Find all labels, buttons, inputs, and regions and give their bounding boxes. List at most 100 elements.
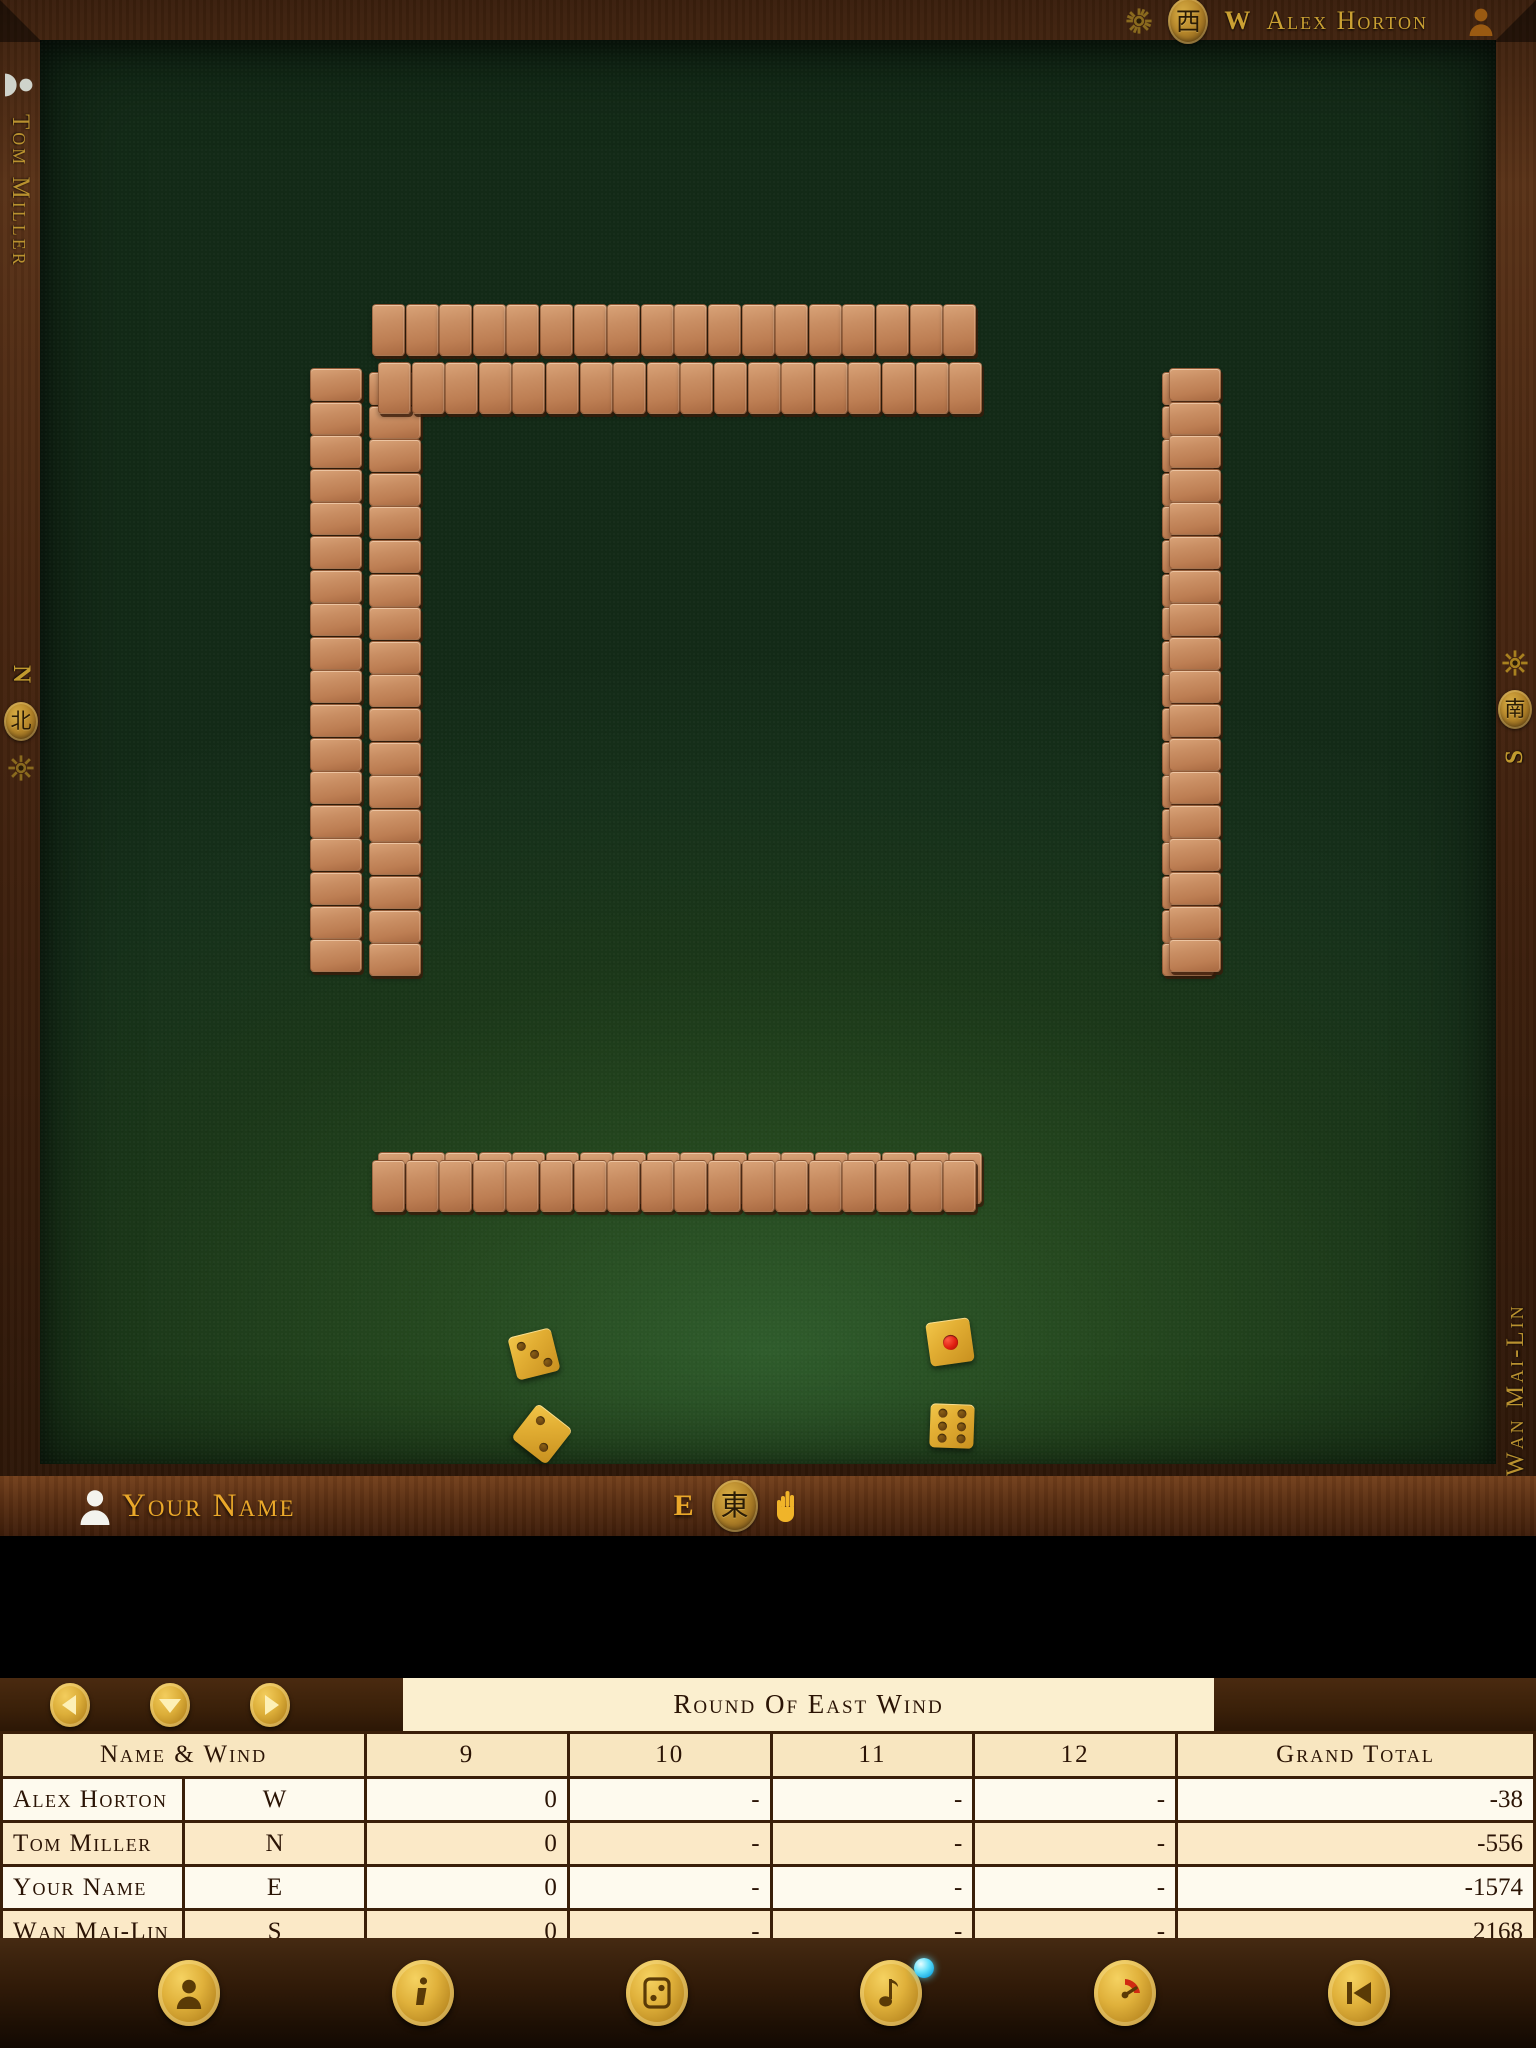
column-header-hand-9[interactable]: 9 <box>364 1731 570 1779</box>
row-score-hand-9[interactable]: 0 <box>364 1864 570 1911</box>
wall-tile <box>607 304 641 356</box>
table-row[interactable]: Tom Miller N 0- - - -556 <box>0 1820 1536 1867</box>
die-pip <box>938 1408 948 1418</box>
die-pip <box>937 1433 947 1443</box>
avatar-icon-left[interactable] <box>5 72 35 98</box>
row-player-name: Tom Miller <box>0 1820 186 1867</box>
row-player-name: Your Name <box>0 1864 186 1911</box>
wall-tile <box>310 536 362 569</box>
wall-tile <box>310 670 362 704</box>
wall-tile <box>1169 569 1221 603</box>
wall-tile <box>842 304 876 356</box>
row-grand-total: -1574 <box>1175 1864 1536 1911</box>
row-score-hand-10[interactable]: - <box>566 1864 773 1911</box>
table-row[interactable]: Your Name E 0- - - -1574 <box>0 1864 1536 1911</box>
wall-tile <box>439 1160 473 1212</box>
wall-tile <box>439 304 473 356</box>
sound-on-indicator <box>914 1958 934 1978</box>
row-score-hand-10[interactable]: - <box>566 1776 773 1823</box>
wall-tile <box>1169 670 1221 704</box>
column-header-hand-10[interactable]: 10 <box>566 1731 773 1779</box>
wind-marker-left: N 北 <box>2 660 40 781</box>
wall-tile <box>445 362 479 414</box>
wall-tile <box>573 1160 607 1212</box>
gear-icon-left[interactable] <box>8 755 34 781</box>
column-header-hand-11[interactable]: 11 <box>769 1731 976 1779</box>
avatar-icon-bottom[interactable] <box>78 1487 112 1525</box>
row-grand-total: -38 <box>1175 1776 1536 1823</box>
wall-tile <box>369 506 421 540</box>
sound-button[interactable] <box>860 1958 934 2026</box>
wall-tile <box>876 1160 909 1212</box>
row-score-hand-11[interactable]: - <box>769 1864 976 1911</box>
wall-tile <box>814 362 848 414</box>
wall-tile <box>369 775 421 809</box>
gear-icon-right[interactable] <box>1502 650 1528 676</box>
row-score-hand-9[interactable]: 0 <box>364 1776 570 1823</box>
row-score-hand-12[interactable]: - <box>972 1776 1179 1823</box>
wall-tile <box>369 741 421 775</box>
row-wind: E <box>182 1864 368 1911</box>
wall-tile <box>310 939 362 973</box>
dice-button[interactable] <box>626 1960 688 2026</box>
avatar-icon-top[interactable] <box>1468 6 1494 36</box>
dice-icon <box>641 1976 673 2010</box>
wall-tile <box>372 304 405 356</box>
wall-tile <box>1169 737 1221 771</box>
wall-tile <box>674 1160 708 1212</box>
restart-button[interactable] <box>1328 1960 1390 2026</box>
player-name-bottom[interactable]: Your Name <box>122 1488 296 1525</box>
wall-tile <box>472 1160 506 1212</box>
row-score-hand-12[interactable]: - <box>972 1864 1179 1911</box>
wall-tile <box>411 362 445 414</box>
hand-icon[interactable] <box>776 1489 800 1523</box>
speed-button[interactable] <box>1094 1960 1156 2026</box>
wall-tile <box>369 876 421 909</box>
player-bar-top: 西 W Alex Horton <box>0 0 1536 44</box>
wall-tile <box>1169 536 1221 569</box>
wall-tile <box>640 1160 674 1212</box>
wall-tile <box>1169 502 1221 536</box>
table-row[interactable]: Alex Horton W 0- - - -38 <box>0 1776 1536 1823</box>
player-name-left[interactable]: Tom Miller <box>6 114 34 268</box>
player-name-top[interactable]: Alex Horton <box>1266 6 1428 36</box>
row-score-hand-12[interactable]: - <box>972 1820 1179 1867</box>
die-pip <box>956 1433 966 1444</box>
wall-tile <box>369 808 421 842</box>
wall-tile <box>369 540 421 573</box>
die-pip <box>515 1340 527 1352</box>
wall-tile <box>1169 704 1221 737</box>
column-header-hand-12[interactable]: 12 <box>972 1731 1179 1779</box>
wall-tile <box>310 838 362 872</box>
score-nav-buttons <box>50 1682 290 1727</box>
hand-menu-button[interactable] <box>150 1682 190 1727</box>
player-name-right[interactable]: Wan Mai-Lin <box>1502 1303 1530 1476</box>
row-score-hand-11[interactable]: - <box>769 1776 976 1823</box>
wall-tile <box>708 304 741 356</box>
die-pip <box>957 1421 967 1431</box>
wall-tile <box>781 362 815 414</box>
wall-tile <box>506 1160 540 1212</box>
players-button[interactable] <box>158 1960 220 2026</box>
wall-tile <box>674 304 708 356</box>
person-icon <box>174 1977 204 2009</box>
speedometer-icon <box>1103 1973 1147 2013</box>
wall-tile <box>372 1160 405 1212</box>
wall-tile <box>310 569 362 603</box>
gear-icon[interactable] <box>1126 8 1152 34</box>
die-pip <box>937 1421 947 1431</box>
row-score-hand-11[interactable]: - <box>769 1820 976 1867</box>
wall-tile <box>808 1160 842 1212</box>
row-score-hand-10[interactable]: - <box>566 1820 773 1867</box>
wall-tile <box>741 304 775 356</box>
wall-tile <box>369 708 421 741</box>
wall-tile <box>310 872 362 905</box>
next-hand-button[interactable] <box>250 1682 290 1727</box>
prev-hand-button[interactable] <box>50 1682 90 1727</box>
wall-tile <box>909 304 943 356</box>
info-button[interactable] <box>392 1960 454 2026</box>
wall-tile <box>579 362 613 414</box>
row-score-hand-9[interactable]: 0 <box>364 1820 570 1867</box>
wall-tile <box>1169 603 1221 637</box>
table-felt[interactable] <box>40 40 1496 1464</box>
